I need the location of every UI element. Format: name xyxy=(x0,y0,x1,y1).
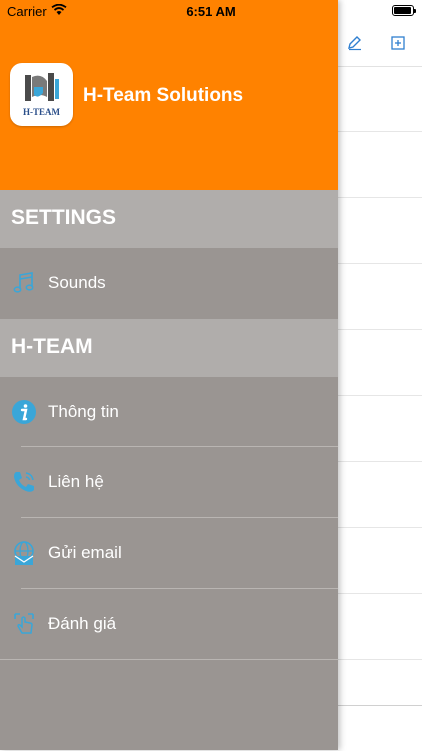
list-row-divider xyxy=(338,131,422,132)
background-toolbar xyxy=(338,20,422,67)
list-row-divider xyxy=(338,593,422,594)
list-row-divider xyxy=(338,659,422,660)
background-content xyxy=(338,0,422,751)
globe-email-icon xyxy=(14,541,34,565)
list-row-divider xyxy=(338,527,422,528)
phone-icon xyxy=(14,472,34,492)
list-row-divider xyxy=(338,461,422,462)
list-row-divider xyxy=(338,395,422,396)
list-row-divider xyxy=(338,197,422,198)
menu-item-contact[interactable]: Liên hệ xyxy=(0,447,338,518)
section-title: SETTINGS xyxy=(11,206,117,229)
app-logo: H-TEAM xyxy=(10,63,73,126)
menu-item-label: Thông tin xyxy=(48,402,119,421)
menu-item-sounds[interactable]: Sounds xyxy=(0,248,338,319)
menu-item-label: Gửi email xyxy=(48,543,122,562)
section-title: H-TEAM xyxy=(11,335,93,358)
menu-item-info[interactable]: Thông tin xyxy=(0,377,338,448)
add-item-icon[interactable] xyxy=(389,34,407,52)
list-row-divider xyxy=(338,329,422,330)
menu-item-rate[interactable]: Đánh giá xyxy=(0,589,338,660)
battery-icon xyxy=(392,5,416,16)
info-icon xyxy=(12,400,36,424)
app-logo-icon: H-TEAM xyxy=(23,73,61,117)
side-drawer: H-TEAM H-Team Solutions SETTINGS Sounds … xyxy=(0,0,338,750)
drawer-header: H-TEAM H-Team Solutions xyxy=(0,0,338,190)
status-bar: Carrier 6:51 AM xyxy=(0,0,422,22)
menu-item-label: Liên hệ xyxy=(48,472,104,491)
menu-item-send-email[interactable]: Gửi email xyxy=(0,518,338,589)
menu-item-label: Đánh giá xyxy=(48,614,117,633)
edit-icon[interactable] xyxy=(346,34,364,52)
music-note-icon xyxy=(13,272,34,293)
status-time: 6:51 AM xyxy=(186,4,236,19)
background-bottom-bar xyxy=(338,705,422,751)
list-row-divider xyxy=(338,263,422,264)
divider xyxy=(0,659,338,660)
logo-wordmark: H-TEAM xyxy=(23,107,61,117)
section-header-settings: SETTINGS xyxy=(0,190,338,248)
menu-item-label: Sounds xyxy=(48,273,106,292)
app-title: H-Team Solutions xyxy=(83,85,244,106)
rate-hand-icon xyxy=(14,613,34,634)
section-header-hteam: H-TEAM xyxy=(0,319,338,377)
